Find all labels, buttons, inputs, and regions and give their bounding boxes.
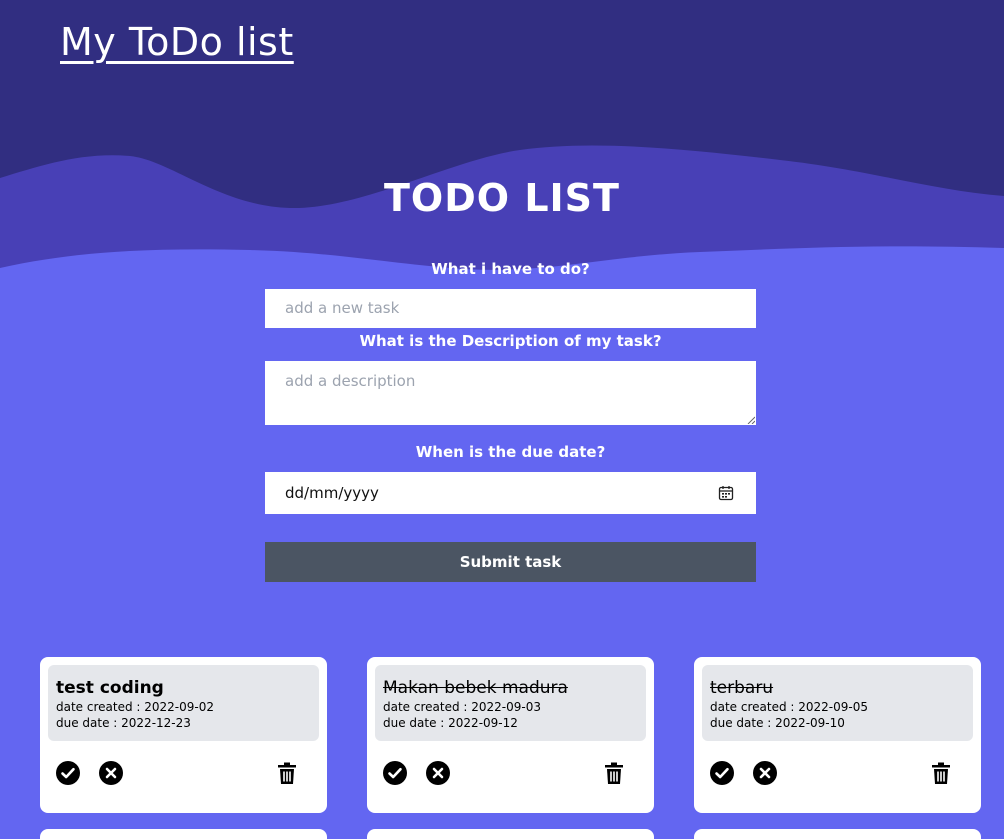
task-info: Makan bebek madura date created : 2022-0… bbox=[375, 665, 646, 741]
task-info: terbaru date created : 2022-09-05 due da… bbox=[702, 665, 973, 741]
trash-icon[interactable] bbox=[602, 761, 626, 785]
due-date-input[interactable]: dd/mm/yyyy bbox=[265, 472, 756, 514]
x-circle-icon[interactable] bbox=[753, 761, 777, 785]
task-title: terbaru bbox=[710, 678, 774, 698]
description-label: What is the Description of my task? bbox=[359, 332, 662, 350]
check-circle-icon[interactable] bbox=[56, 761, 80, 785]
x-circle-icon[interactable] bbox=[426, 761, 450, 785]
task-date-created: date created : 2022-09-03 bbox=[383, 700, 541, 714]
task-title: Makan bebek madura bbox=[383, 678, 568, 698]
task-card: test coding date created : 2022-09-02 du… bbox=[40, 657, 327, 813]
due-date-label: When is the due date? bbox=[415, 443, 606, 461]
task-card-partial bbox=[367, 829, 654, 839]
task-input[interactable]: add a new task bbox=[265, 289, 756, 328]
task-card: terbaru date created : 2022-09-05 due da… bbox=[694, 657, 981, 813]
task-card: Makan bebek madura date created : 2022-0… bbox=[367, 657, 654, 813]
task-title: test coding bbox=[56, 678, 164, 698]
check-circle-icon[interactable] bbox=[383, 761, 407, 785]
trash-icon[interactable] bbox=[275, 761, 299, 785]
task-date-created: date created : 2022-09-02 bbox=[56, 700, 214, 714]
task-due-date: due date : 2022-09-12 bbox=[383, 716, 518, 730]
due-date-value: dd/mm/yyyy bbox=[285, 484, 379, 502]
task-card-partial bbox=[694, 829, 981, 839]
task-label: What i have to do? bbox=[431, 260, 590, 278]
task-form: What i have to do? add a new task What i… bbox=[265, 258, 756, 582]
x-circle-icon[interactable] bbox=[99, 761, 123, 785]
task-date-created: date created : 2022-09-05 bbox=[710, 700, 868, 714]
task-card-partial bbox=[40, 829, 327, 839]
description-placeholder: add a description bbox=[285, 372, 416, 390]
trash-icon[interactable] bbox=[929, 761, 953, 785]
task-due-date: due date : 2022-12-23 bbox=[56, 716, 191, 730]
description-input[interactable]: add a description bbox=[265, 361, 756, 425]
page-title: TODO LIST bbox=[384, 176, 620, 220]
resize-grip-icon[interactable] bbox=[747, 416, 755, 424]
submit-task-button[interactable]: Submit task bbox=[265, 542, 756, 582]
check-circle-icon[interactable] bbox=[710, 761, 734, 785]
task-due-date: due date : 2022-09-10 bbox=[710, 716, 845, 730]
task-info: test coding date created : 2022-09-02 du… bbox=[48, 665, 319, 741]
calendar-icon[interactable] bbox=[718, 485, 734, 501]
brand-title[interactable]: My ToDo list bbox=[60, 20, 294, 64]
